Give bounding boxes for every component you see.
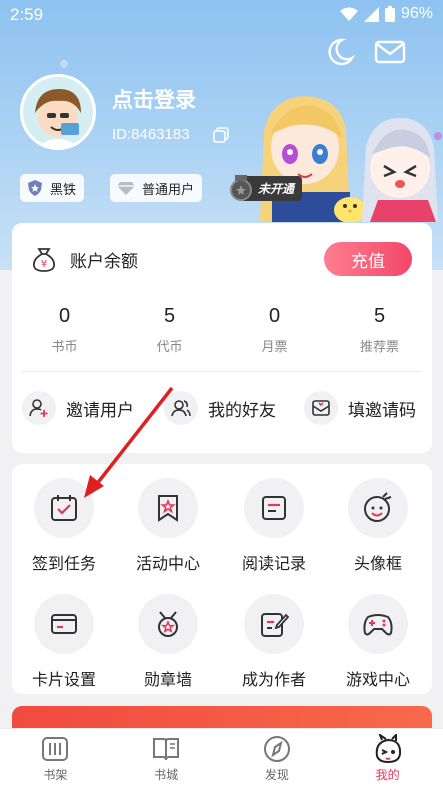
feature-card-settings[interactable]: 卡片设置 [14, 594, 114, 690]
anime-characters-illustration [260, 96, 442, 222]
social-links: 邀请用户 我的好友 填邀请码 [12, 391, 432, 431]
tab-mine[interactable]: 我的 [332, 729, 443, 788]
user-id: ID:8463183 [112, 126, 190, 143]
invite-users-link[interactable]: 邀请用户 [22, 391, 134, 425]
balance-stats: 0 书币 5 代币 0 月票 5 推荐票 [12, 305, 432, 355]
recharge-button[interactable]: 充值 [324, 242, 412, 276]
pen-edit-icon [244, 594, 304, 654]
tab-label: 书架 [43, 768, 68, 782]
stat-label: 推荐票 [359, 340, 399, 355]
account-card: ¥ 账户余额 充值 0 书币 5 代币 0 月票 5 推荐票 邀请用户 我的好友… [12, 223, 432, 453]
diamond-icon [117, 182, 135, 195]
feature-reading-history[interactable]: 阅读记录 [224, 478, 324, 574]
feature-label: 头像框 [353, 554, 402, 573]
locked-vip-badge[interactable]: 未开通 [228, 174, 303, 202]
friends-icon [164, 391, 198, 425]
bookshelf-icon [42, 737, 69, 761]
enter-invite-code-link[interactable]: 填邀请码 [304, 391, 416, 425]
feature-checkin-tasks[interactable]: 签到任务 [14, 478, 114, 574]
bottom-tab-bar: 书架 书城 发现 我的 [0, 728, 443, 788]
avatar[interactable] [20, 74, 96, 150]
signal-icon [363, 6, 379, 22]
shield-star-icon [28, 180, 42, 196]
stat-value: 5 [373, 305, 386, 327]
member-badge[interactable]: 普通用户 [110, 174, 203, 202]
feature-medal-wall[interactable]: 勋章墙 [118, 594, 218, 690]
link-label: 填邀请码 [348, 400, 416, 421]
tab-label: 书城 [154, 768, 179, 782]
link-label: 邀请用户 [66, 400, 134, 421]
feature-become-author[interactable]: 成为作者 [224, 594, 324, 690]
tab-discover[interactable]: 发现 [222, 729, 333, 788]
feature-label: 阅读记录 [241, 554, 306, 573]
my-friends-link[interactable]: 我的好友 [164, 391, 276, 425]
stat-label: 代币 [156, 340, 183, 355]
star-bookmark-icon [138, 478, 198, 538]
feature-label: 游戏中心 [345, 670, 410, 689]
card-icon [34, 594, 94, 654]
login-prompt[interactable]: 点击登录 [112, 84, 196, 114]
copy-icon[interactable] [212, 126, 230, 144]
medal-icon [138, 594, 198, 654]
account-balance-title: 账户余额 [70, 251, 138, 272]
document-icon [244, 478, 304, 538]
invite-code-icon [304, 391, 338, 425]
night-mode-moon-icon[interactable] [322, 34, 358, 70]
money-bag-icon: ¥ [33, 248, 55, 272]
tab-label: 我的 [375, 768, 400, 782]
link-label: 我的好友 [208, 400, 276, 421]
status-time: 2:59 [10, 5, 44, 24]
feature-avatar-frame[interactable]: 头像框 [328, 478, 428, 574]
calendar-check-icon [34, 478, 94, 538]
mascot-icon [375, 734, 401, 764]
stat-tokens[interactable]: 5 代币 [117, 305, 222, 355]
decor-dot [60, 60, 68, 68]
cartoon-boy-avatar-icon [35, 89, 81, 147]
tab-bookshelf[interactable]: 书架 [0, 729, 111, 788]
member-badge-label: 普通用户 [142, 182, 195, 198]
stat-value: 0 [58, 305, 71, 327]
feature-label: 卡片设置 [31, 670, 96, 689]
stat-label: 书币 [51, 340, 78, 355]
battery-icon [384, 6, 395, 22]
level-badge[interactable]: 黑铁 [20, 174, 85, 202]
stat-value: 5 [163, 305, 176, 327]
invite-user-icon [22, 391, 56, 425]
gamepad-icon [348, 594, 408, 654]
stat-recommend-tickets[interactable]: 5 推荐票 [327, 305, 432, 355]
wifi-icon [339, 7, 358, 21]
svg-text:¥: ¥ [41, 259, 47, 270]
feature-label: 签到任务 [31, 554, 96, 573]
features-grid: 签到任务 活动中心 阅读记录 头像框 卡片设置 勋章墙 成为作者 游戏中心 [12, 464, 432, 694]
tab-bookstore[interactable]: 书城 [111, 729, 222, 788]
status-right: 96% [339, 5, 433, 23]
message-mail-icon[interactable] [372, 34, 408, 70]
level-badge-label: 黑铁 [50, 182, 77, 198]
tab-label: 发现 [264, 768, 289, 782]
feature-activity-center[interactable]: 活动中心 [118, 478, 218, 574]
book-open-icon [153, 738, 180, 761]
battery-percent: 96% [400, 5, 433, 22]
feature-game-center[interactable]: 游戏中心 [328, 594, 428, 690]
account-balance-header: ¥ 账户余额 [30, 245, 138, 273]
medal-vip-icon [230, 175, 252, 201]
feature-label: 成为作者 [241, 670, 306, 689]
stat-label: 月票 [261, 340, 288, 355]
feature-label: 勋章墙 [143, 670, 192, 689]
divider [22, 371, 422, 372]
face-icon [348, 478, 408, 538]
stat-book-coins[interactable]: 0 书币 [12, 305, 117, 355]
status-bar: 2:59 96% [0, 0, 443, 32]
feature-label: 活动中心 [135, 554, 200, 573]
stat-monthly-tickets[interactable]: 0 月票 [222, 305, 327, 355]
compass-icon [263, 736, 290, 762]
stat-value: 0 [268, 305, 281, 327]
